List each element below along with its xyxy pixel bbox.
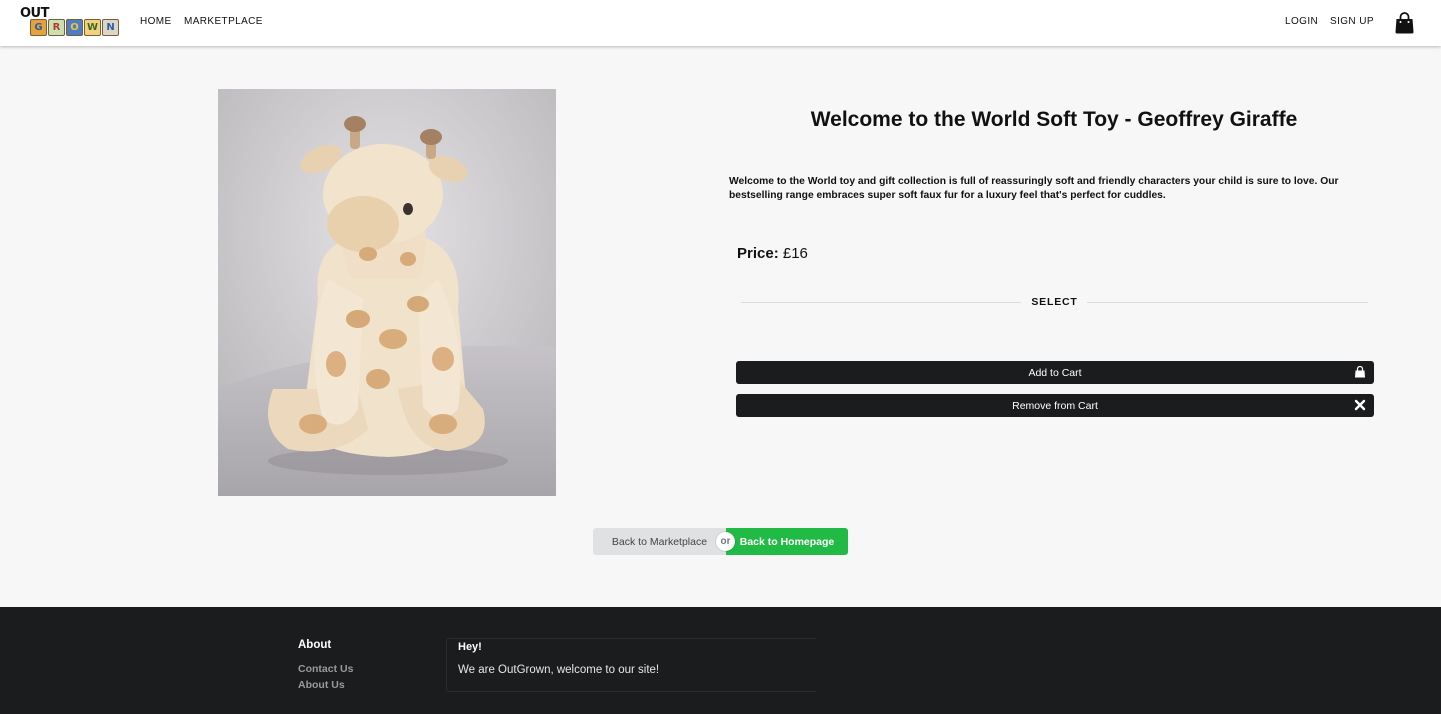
remove-from-cart-label: Remove from Cart bbox=[1012, 399, 1098, 412]
giraffe-toy-image bbox=[218, 89, 556, 496]
logo-block-r: R bbox=[48, 19, 65, 36]
remove-from-cart-button[interactable]: Remove from Cart bbox=[736, 394, 1374, 417]
or-divider-badge: or bbox=[716, 532, 735, 551]
footer-about-heading: About bbox=[298, 639, 332, 651]
price-label: Price: bbox=[737, 245, 779, 262]
logo-block-o: O bbox=[66, 19, 83, 36]
back-to-marketplace-button[interactable]: Back to Marketplace bbox=[593, 528, 726, 555]
logo-blocks: G R O W N bbox=[30, 19, 119, 36]
top-navbar: OUT G R O W N HOME MARKETPLACE LOGIN SIG… bbox=[0, 0, 1441, 46]
footer-about-us-link[interactable]: About Us bbox=[298, 679, 345, 691]
add-to-cart-label: Add to Cart bbox=[1028, 366, 1082, 379]
product-description: Welcome to the World toy and gift collec… bbox=[729, 176, 1339, 201]
nav-signup-link[interactable]: SIGN UP bbox=[1330, 16, 1374, 27]
outgrown-logo[interactable]: OUT G R O W N bbox=[18, 6, 124, 40]
nav-home-link[interactable]: HOME bbox=[140, 16, 172, 27]
nav-login-link[interactable]: LOGIN bbox=[1285, 16, 1318, 27]
footer-message-text: We are OutGrown, welcome to our site! bbox=[458, 664, 660, 676]
shopping-bag-icon bbox=[1355, 366, 1365, 378]
price-value: £16 bbox=[782, 245, 808, 262]
select-divider: SELECT bbox=[741, 296, 1368, 310]
footer-contact-us-link[interactable]: Contact Us bbox=[298, 663, 353, 675]
close-icon bbox=[1354, 399, 1366, 411]
add-to-cart-button[interactable]: Add to Cart bbox=[736, 361, 1374, 384]
page-footer: About Contact Us About Us Hey! We are Ou… bbox=[0, 607, 1441, 714]
footer-message-heading: Hey! bbox=[458, 641, 482, 653]
product-title: Welcome to the World Soft Toy - Geoffrey… bbox=[810, 108, 1298, 131]
footer-message-box: Hey! We are OutGrown, welcome to our sit… bbox=[446, 638, 816, 692]
shopping-bag-icon[interactable] bbox=[1395, 12, 1414, 34]
logo-block-g: G bbox=[30, 19, 47, 36]
logo-block-n: N bbox=[102, 19, 119, 36]
logo-block-w: W bbox=[84, 19, 101, 36]
back-to-homepage-button[interactable]: Back to Homepage bbox=[726, 528, 848, 555]
select-label: SELECT bbox=[1031, 296, 1078, 308]
nav-marketplace-link[interactable]: MARKETPLACE bbox=[184, 16, 263, 27]
product-price: Price: £16 bbox=[737, 245, 808, 262]
product-image bbox=[218, 89, 556, 496]
